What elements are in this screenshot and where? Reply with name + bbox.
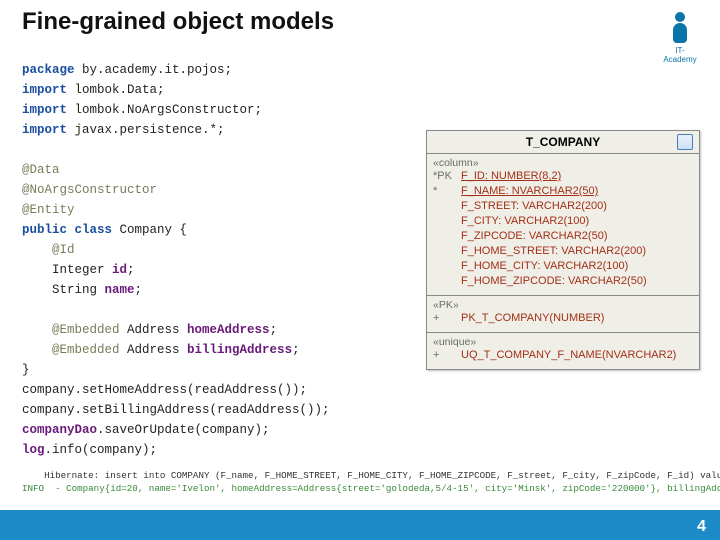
console-line-2: INFO - Company{id=20, name='Ivelon', hom… (22, 483, 720, 494)
db-table-header: T_COMPANY (427, 131, 699, 154)
db-column-row: F_HOME_CITY: VARCHAR2(100) (433, 259, 693, 274)
columns-stereotype: «column» (433, 157, 693, 169)
db-column-row: *F_NAME: NVARCHAR2(50) (433, 184, 693, 199)
logo-figure (671, 12, 689, 44)
db-pk-row: +PK_T_COMPANY(NUMBER) (433, 311, 693, 326)
slide-title: Fine-grained object models (22, 8, 334, 36)
db-table: T_COMPANY «column» *PKF_ID: NUMBER(8,2)*… (426, 130, 700, 370)
console-line-1: Hibernate: insert into COMPANY (F_name, … (44, 470, 720, 481)
db-column-row: F_HOME_STREET: VARCHAR2(200) (433, 244, 693, 259)
bottom-bar (0, 510, 720, 540)
console-output: Hibernate: insert into COMPANY (F_name, … (22, 456, 720, 508)
db-unique-row: +UQ_T_COMPANY_F_NAME(NVARCHAR2) (433, 348, 693, 363)
unique-stereotype: «unique» (433, 336, 693, 348)
code-block: package by.academy.it.pojos; import lomb… (22, 60, 330, 460)
db-unique-section: «unique» +UQ_T_COMPANY_F_NAME(NVARCHAR2) (427, 333, 699, 369)
db-column-row: F_STREET: VARCHAR2(200) (433, 199, 693, 214)
db-column-row: *PKF_ID: NUMBER(8,2) (433, 169, 693, 184)
logo-label: IT-Academy (660, 46, 700, 64)
logo: IT-Academy (660, 12, 700, 60)
slide: Fine-grained object models IT-Academy pa… (0, 0, 720, 540)
db-pk-section: «PK» +PK_T_COMPANY(NUMBER) (427, 296, 699, 333)
db-column-row: F_CITY: VARCHAR2(100) (433, 214, 693, 229)
page-number: 4 (697, 518, 706, 536)
db-column-row: F_ZIPCODE: VARCHAR2(50) (433, 229, 693, 244)
db-column-row: F_HOME_ZIPCODE: VARCHAR2(50) (433, 274, 693, 289)
pk-stereotype: «PK» (433, 299, 693, 311)
db-columns-section: «column» *PKF_ID: NUMBER(8,2)*F_NAME: NV… (427, 154, 699, 296)
table-icon (677, 134, 693, 150)
db-table-title: T_COMPANY (526, 135, 600, 149)
